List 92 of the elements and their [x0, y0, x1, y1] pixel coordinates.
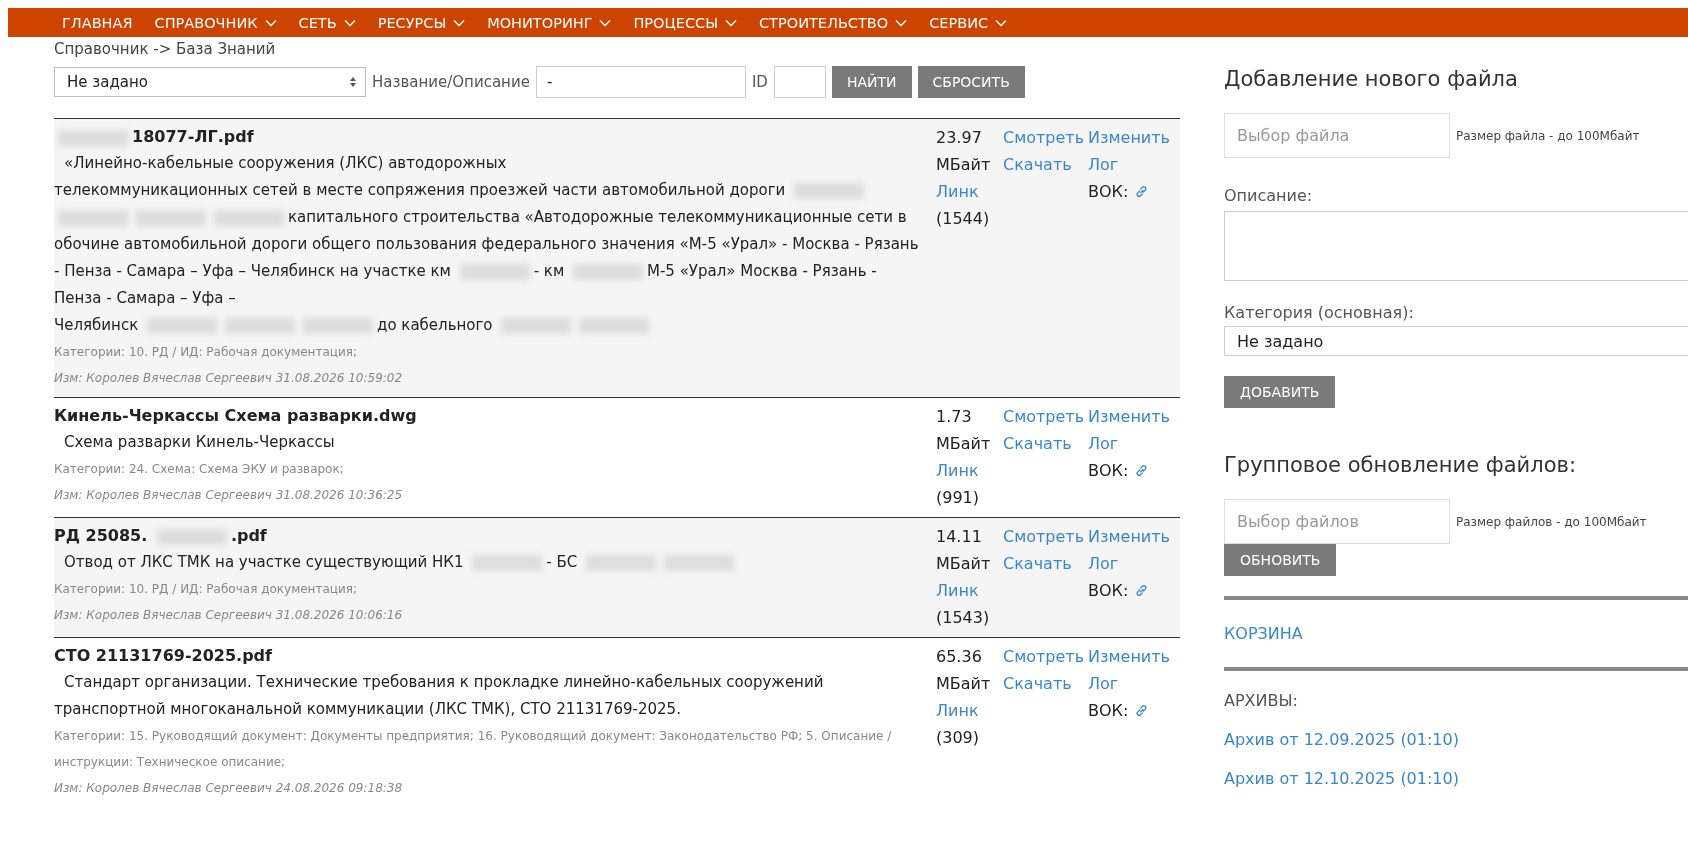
nav-menu-item[interactable]: РЕСУРСЫ — [377, 14, 466, 31]
view-link[interactable]: Смотреть — [1003, 527, 1085, 546]
view-link[interactable]: Смотреть — [1003, 647, 1085, 666]
file-categories: Категории: 15. Руководящий документ: Документы предприятия; 16. Руководящий документ: Законодательство РФ; 5. Описание / инструкции: Техническое описание; — [54, 728, 893, 771]
log-link[interactable]: Лог — [1088, 155, 1119, 174]
filter-button[interactable]: НАЙТИ — [831, 66, 912, 98]
download-link[interactable]: Скачать — [1003, 554, 1072, 573]
chevron-down-icon — [453, 18, 466, 27]
edit-link[interactable]: Изменить — [1088, 407, 1170, 426]
chevron-down-icon — [725, 18, 737, 27]
chevron-down-icon — [599, 18, 612, 27]
download-link[interactable]: Скачать — [1003, 674, 1072, 693]
modified-info: Изм: Королев Вячеслав Сергеевич 24.08.2026 09:18:38 — [54, 780, 404, 797]
description-label: Описание: — [1224, 186, 1314, 205]
file-categories: Категории: 10. РД / ИД: Рабочая документация; — [54, 581, 358, 598]
file-picker[interactable]: Выбор файлов — [1224, 499, 1450, 544]
size-note: Размер файла - до 100Мбайт — [1456, 128, 1640, 143]
view-link[interactable]: Смотреть — [1003, 407, 1085, 426]
sort-arrows-icon — [349, 76, 357, 88]
size-note: Размер файлов - до 100Мбайт — [1456, 514, 1647, 529]
file-description: «Линейно-кабельные сооружения (ЛКС) автодорожных телекоммуникационных сетей в месте сопряжения проезжей части автомобильной дороги капитального строительства «Автодорожные телекоммуникационные сети в обочине автомобильной дороги общего пользования федерального значения «М-5 «Урал» - Москва - Рязань - Пенза - Самара – Уфа – Челябинск на участке км - км М-5 «Урал» Москва - Рязань - Пенза - Самара – Уфа – Челябинск до кабельного — [54, 153, 920, 336]
log-link[interactable]: Лог — [1088, 674, 1119, 693]
category-select[interactable]: Не задано — [54, 67, 366, 97]
vok-label: ВОК: — [1088, 181, 1129, 203]
file-title: СТО 21131769-2025.pdf — [54, 645, 273, 667]
nav-menu-item[interactable]: ГЛАВНАЯ — [62, 14, 133, 31]
nav-menu-item[interactable]: МОНИТОРИНГ — [487, 14, 612, 31]
archive-link[interactable]: Архив от 12.09.2025 (01:10) — [1224, 730, 1688, 749]
file-title: РД 25085. .pdf — [54, 525, 268, 547]
section-title: Добавление нового файла — [1224, 67, 1519, 91]
link-count: (1544) — [936, 208, 991, 230]
link-link[interactable]: Линк — [936, 461, 979, 480]
filter-button[interactable]: СБРОСИТЬ — [917, 66, 1025, 98]
edit-link[interactable]: Изменить — [1088, 527, 1170, 546]
modified-info: Изм: Королев Вячеслав Сергеевич 31.08.2026 10:59:02 — [54, 370, 404, 387]
link-link[interactable]: Линк — [936, 182, 979, 201]
link-count: (991) — [936, 487, 981, 509]
file-categories: Категории: 10. РД / ИД: Рабочая документация; — [54, 344, 358, 361]
link-link[interactable]: Линк — [936, 701, 979, 720]
nav-menu-item[interactable]: СЕРВИС — [929, 14, 1008, 31]
vok-label: ВОК: — [1088, 700, 1129, 722]
nav-menu-item[interactable]: СЕТЬ — [298, 14, 356, 31]
log-link[interactable]: Лог — [1088, 434, 1119, 453]
link-count: (1543) — [936, 607, 991, 629]
archives-label: АРХИВЫ: — [1224, 691, 1299, 710]
edit-link[interactable]: Изменить — [1088, 647, 1170, 666]
vok-label: ВОК: — [1088, 460, 1129, 482]
file-description: Отвод от ЛКС ТМК на участке существующий НК1 - БС — [54, 549, 928, 576]
section-title: Групповое обновление файлов: — [1224, 453, 1577, 477]
file-title: Кинель-Черкассы Схема разварки.dwg — [54, 405, 418, 427]
size-unit: МБайт — [936, 553, 992, 575]
link-link[interactable]: Линк — [936, 581, 979, 600]
breadcrumb: Справочник -> База Знаний — [54, 40, 277, 58]
nav-menu-item[interactable]: СТРОИТЕЛЬСТВО — [759, 14, 908, 31]
vok-label: ВОК: — [1088, 580, 1129, 602]
modified-info: Изм: Королев Вячеслав Сергеевич 31.08.2026 10:06:16 — [54, 607, 404, 624]
category-label: Категория (основная): — [1224, 303, 1415, 322]
name-label: Название/Описание — [372, 73, 530, 91]
chevron-down-icon — [995, 18, 1008, 27]
id-label: ID — [751, 73, 768, 91]
file-size: 23.97 — [936, 127, 983, 149]
file-size: 14.11 — [936, 526, 983, 548]
file-size: 1.73 — [936, 406, 973, 428]
category-select[interactable]: Не задано — [1224, 326, 1688, 356]
update-button[interactable]: ОБНОВИТЬ — [1224, 544, 1337, 576]
modified-info: Изм: Королев Вячеслав Сергеевич 31.08.2026 10:36:25 — [54, 487, 404, 504]
add-button[interactable]: ДОБАВИТЬ — [1224, 376, 1336, 408]
view-link[interactable]: Смотреть — [1003, 128, 1085, 147]
id-input[interactable] — [773, 66, 826, 98]
download-link[interactable]: Скачать — [1003, 434, 1072, 453]
file-description: Стандарт организации. Технические требования к прокладке линейно-кабельных сооружений транспортной многоканальной коммуникации (ЛКС ТМК), СТО 21131769-2025. — [54, 672, 825, 720]
archive-link[interactable]: Архив от 12.10.2025 (01:10) — [1224, 769, 1688, 788]
size-unit: МБайт — [936, 433, 992, 455]
size-unit: МБайт — [936, 154, 992, 176]
nav-menu-item[interactable]: ПРОЦЕССЫ — [633, 14, 737, 31]
chevron-down-icon — [895, 18, 908, 27]
file-categories: Категории: 24. Схема: Схема ЭКУ и разварок; — [54, 461, 345, 478]
name-input[interactable]: - — [535, 66, 746, 98]
file-picker[interactable]: Выбор файла — [1224, 113, 1450, 158]
chevron-down-icon — [343, 18, 356, 27]
file-size: 65.36 — [936, 646, 983, 668]
size-unit: МБайт — [936, 673, 992, 695]
link-count: (309) — [936, 727, 981, 749]
log-link[interactable]: Лог — [1088, 554, 1119, 573]
edit-link[interactable]: Изменить — [1088, 128, 1170, 147]
file-title: 18077-ЛГ.pdf — [54, 124, 928, 150]
nav-menu-item[interactable]: СПРАВОЧНИК — [154, 14, 277, 31]
download-link[interactable]: Скачать — [1003, 155, 1072, 174]
file-description: Схема разварки Кинель-Черкассы — [63, 432, 336, 453]
chevron-down-icon — [264, 18, 277, 27]
description-field[interactable] — [1224, 211, 1688, 281]
trash-link[interactable]: КОРЗИНА — [1224, 620, 1688, 647]
